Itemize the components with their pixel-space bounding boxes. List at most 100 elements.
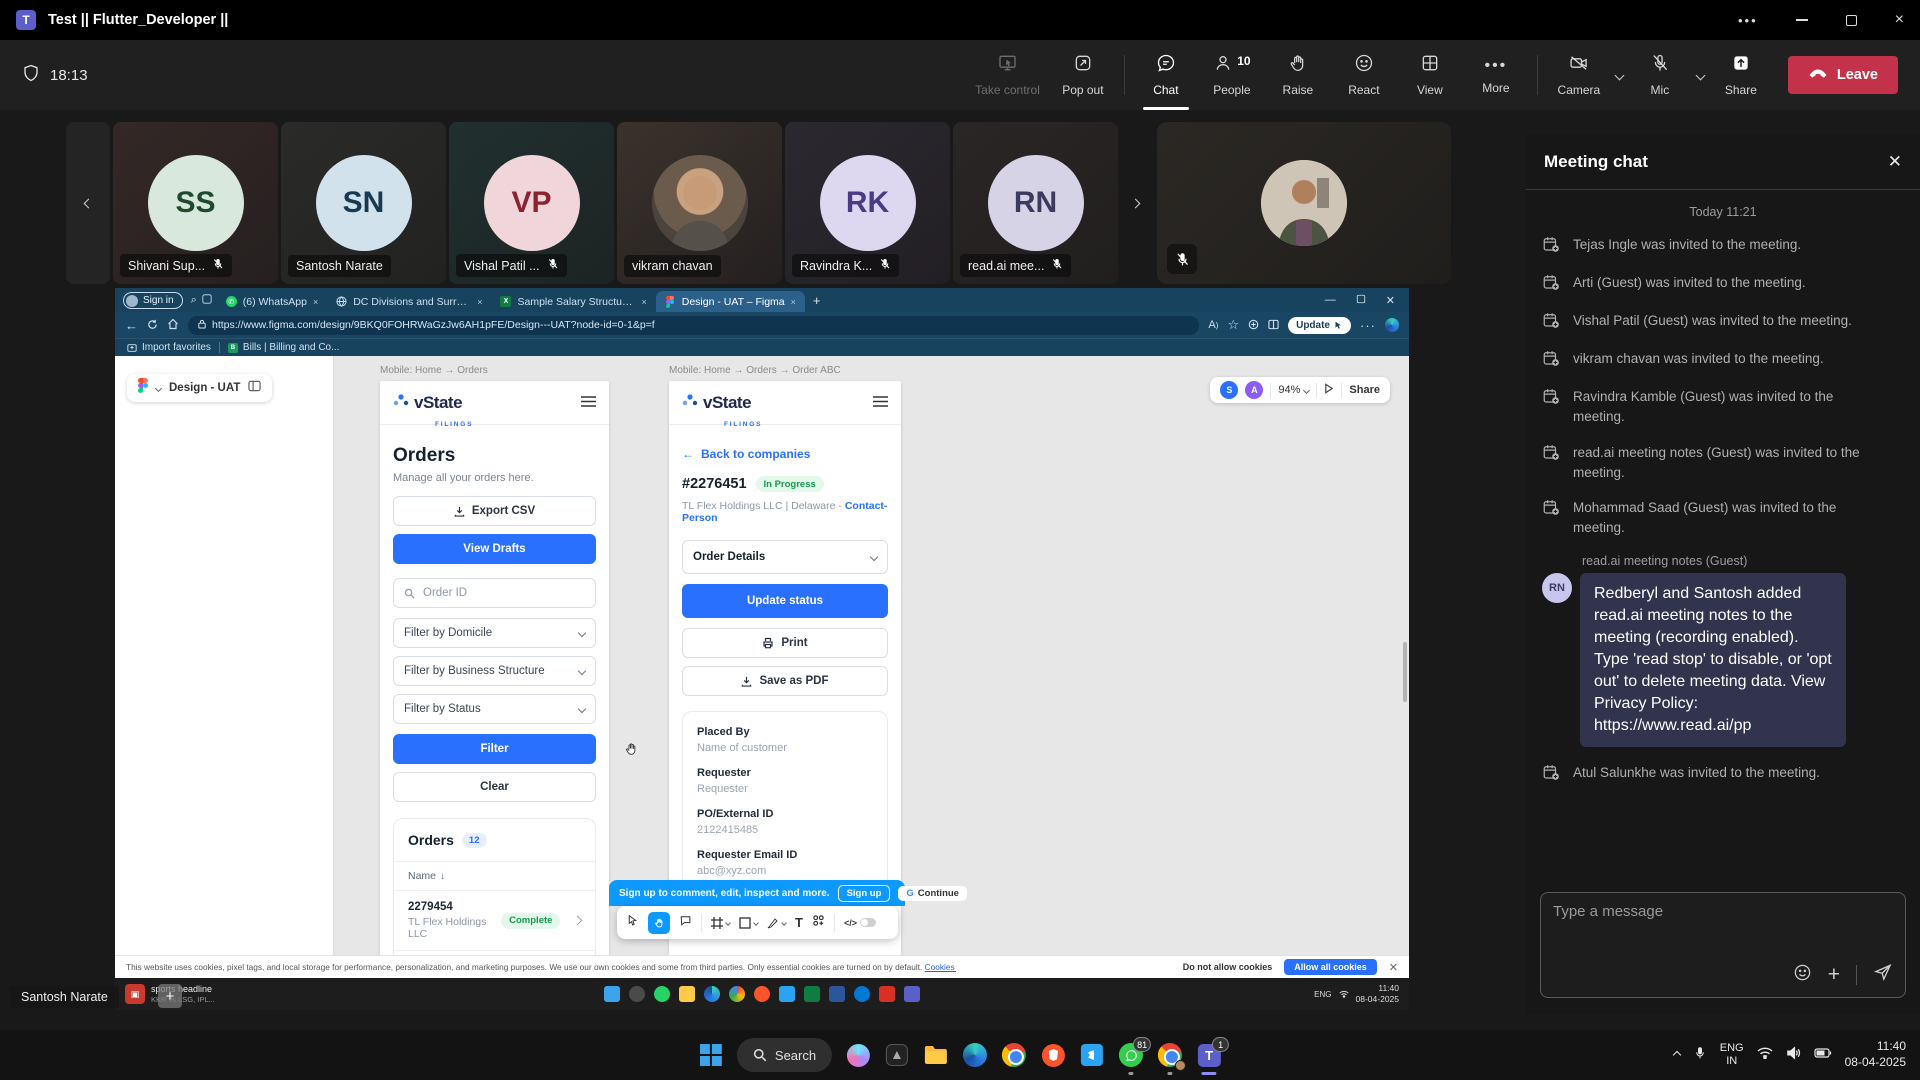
chat-input-box[interactable]: + [1540, 892, 1906, 998]
participant-tile[interactable]: VP Vishal Patil ... [449, 122, 614, 284]
more-button[interactable]: ••• More [1463, 40, 1529, 110]
teams-titlebar: T Test || Flutter_Developer || ••• × [0, 0, 1920, 40]
close-icon[interactable]: × [1895, 11, 1904, 29]
filmstrip-next-button[interactable] [1121, 122, 1149, 284]
participant-tile[interactable]: vikram chavan [617, 122, 782, 284]
pen-tool-icon [767, 917, 786, 929]
wifi-icon[interactable] [1757, 1046, 1773, 1064]
chat-icon [1156, 53, 1176, 78]
participant-name: read.ai mee... [968, 259, 1044, 273]
reload-icon [147, 318, 158, 333]
volume-icon[interactable] [1786, 1046, 1801, 1065]
calendar-add-icon [1542, 235, 1560, 258]
figma-signup-banner: Sign up to comment, edit, inspect and mo… [609, 880, 905, 906]
minimize-icon[interactable] [1796, 19, 1808, 21]
chevron-down-icon [1303, 386, 1310, 393]
tab-search-icon: ⌕ [191, 294, 197, 307]
take-control-button[interactable]: Take control [965, 40, 1050, 110]
pan-hand-cursor [623, 741, 639, 761]
chat-button[interactable]: Chat [1133, 40, 1199, 110]
windows-taskbar: Search 81 T 1 ENGIN 11:4008-04-2025 [0, 1030, 1920, 1080]
teams-app-icon: T [16, 10, 36, 30]
share-zoom-in-button[interactable]: + [158, 984, 182, 1008]
chat-close-icon[interactable]: ✕ [1888, 152, 1902, 172]
avatar: SN [316, 155, 412, 251]
vscode-icon[interactable] [1079, 1042, 1105, 1068]
participant-name: Shivani Sup... [128, 259, 205, 273]
pop-out-button[interactable]: Pop out [1050, 40, 1116, 110]
file-explorer-icon[interactable] [923, 1042, 949, 1068]
browser-restore-icon [1356, 294, 1366, 307]
titlebar-more-icon[interactable]: ••• [1738, 13, 1758, 28]
save-pdf-button: Save as PDF [682, 666, 888, 696]
spotlight-participant-tile[interactable] [1157, 122, 1451, 284]
whatsapp-icon[interactable]: 81 [1118, 1042, 1144, 1068]
taskbar-search[interactable]: Search [737, 1038, 832, 1072]
camera-chevron-icon[interactable] [1612, 72, 1627, 79]
leave-button[interactable]: Leave [1788, 56, 1898, 94]
phone-down-icon [1808, 67, 1828, 83]
chrome-icon[interactable] [1001, 1042, 1027, 1068]
calendar-add-icon [1542, 349, 1560, 372]
people-button[interactable]: 10 People [1199, 40, 1265, 110]
calendar-add-icon [1542, 387, 1560, 428]
chat-message-list[interactable]: Today 11:21 Tejas Ingle was invited to t… [1526, 191, 1920, 884]
people-count-badge: 10 [1237, 54, 1250, 68]
text-tool-icon: T [795, 915, 803, 930]
participant-tile[interactable]: RK Ravindra K... [785, 122, 950, 284]
notification-badge: 1 [1212, 1037, 1229, 1052]
calendar-add-icon [1542, 763, 1560, 786]
attach-plus-icon[interactable]: + [1828, 965, 1840, 984]
participant-tile[interactable]: SS Shivani Sup... [113, 122, 278, 284]
mic-chevron-icon[interactable] [1693, 72, 1708, 79]
cookie-close-icon: ✕ [1389, 961, 1398, 974]
figma-frame-orders: Mobile: Home → Orders vState FILINGS Ord… [380, 365, 609, 955]
view-button[interactable]: View [1397, 40, 1463, 110]
edge-icon[interactable] [962, 1042, 988, 1068]
bookmark-favicon: B [228, 343, 238, 353]
order-row: 2279451TL Flex Holdings LLC Complete [394, 951, 595, 955]
tray-expand-icon[interactable] [1673, 1051, 1681, 1059]
participant-tile[interactable]: RN read.ai mee... [953, 122, 1118, 284]
filter-domicile-select: Filter by Domicile [393, 618, 596, 648]
excel-icon [804, 986, 820, 1002]
chat-panel-title: Meeting chat [1544, 152, 1648, 172]
tray-mic-icon[interactable] [1693, 1045, 1707, 1066]
taskbar-clock[interactable]: 11:4008-04-2025 [1845, 1039, 1906, 1070]
cookies-settings-link: Cookies settings [925, 962, 956, 972]
start-button[interactable] [698, 1042, 724, 1068]
chat-date-header: Today 11:21 [1542, 205, 1904, 219]
mic-button[interactable]: Mic [1627, 40, 1693, 110]
battery-icon[interactable] [1814, 1046, 1832, 1064]
chat-message-input[interactable] [1553, 903, 1893, 920]
maximize-icon[interactable] [1846, 15, 1857, 26]
chrome-profile-icon[interactable] [1157, 1042, 1183, 1068]
profile-avatar [126, 295, 138, 307]
collaborator-avatar: S [1220, 381, 1238, 399]
react-button[interactable]: React [1331, 40, 1397, 110]
news-icon: ▣ [125, 984, 145, 1004]
participant-tile[interactable]: SN Santosh Narate [281, 122, 446, 284]
collaborator-avatar: A [1245, 381, 1263, 399]
copilot-icon[interactable] [845, 1042, 871, 1068]
language-indicator[interactable]: ENGIN [1720, 1042, 1744, 1068]
whatsapp-icon [654, 986, 670, 1002]
brave-icon[interactable] [1040, 1042, 1066, 1068]
app-icon[interactable] [884, 1042, 910, 1068]
emoji-icon[interactable] [1793, 963, 1812, 987]
raise-hand-button[interactable]: Raise [1265, 40, 1331, 110]
mic-off-icon [212, 258, 224, 273]
calendar-add-icon [1542, 443, 1560, 484]
shared-screen[interactable]: Sign in ⌕ ✆ (6) WhatsApp× DC Divisions a… [115, 288, 1409, 1010]
filmstrip-prev-button[interactable] [66, 122, 110, 284]
message-sender: read.ai meeting notes (Guest) [1582, 554, 1904, 568]
send-icon[interactable] [1873, 962, 1893, 987]
shared-system-tray: ENG 11:4008-04-2025 [1314, 983, 1399, 1004]
system-message: read.ai meeting notes (Guest) was invite… [1542, 443, 1904, 484]
teams-icon[interactable]: T 1 [1196, 1042, 1222, 1068]
system-message: vikram chavan was invited to the meeting… [1542, 349, 1904, 372]
share-button[interactable]: Share [1708, 40, 1774, 110]
allow-cookies-button: Allow all cookies [1284, 959, 1377, 975]
camera-button[interactable]: Camera [1546, 40, 1612, 110]
sender-avatar: RN [1542, 573, 1572, 603]
